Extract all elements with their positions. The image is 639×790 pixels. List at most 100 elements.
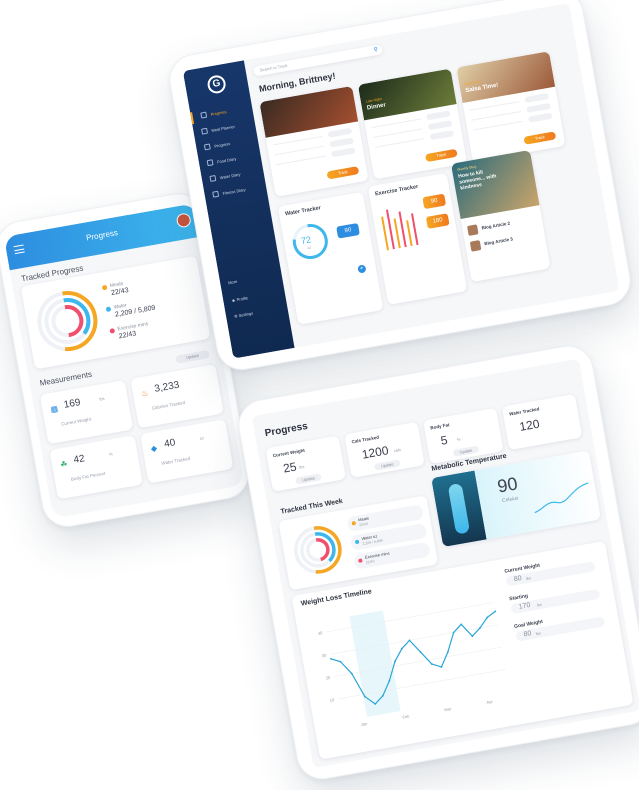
stat-label: Water Tracked — [508, 406, 540, 417]
nav-icon — [206, 159, 214, 167]
meal-row — [469, 101, 520, 111]
blog-thumb — [469, 240, 482, 252]
y-tick-label: 40 — [318, 630, 324, 636]
serving-select[interactable] — [526, 102, 551, 113]
sidebar-more[interactable]: More — [228, 279, 238, 286]
header-title: Progress — [85, 228, 119, 243]
legend-dot — [351, 520, 357, 526]
nav-icon — [200, 111, 208, 119]
stat-update-button[interactable]: Update — [295, 473, 322, 485]
legend-dot — [105, 306, 112, 313]
blog-item-title: Blog Article 3 — [483, 236, 514, 247]
app-logo: G — [206, 73, 228, 95]
legend-dot — [358, 558, 363, 563]
measurement-tile[interactable]: ♨ 3,233 Calories Tracked — [130, 364, 224, 429]
meal-row — [276, 155, 326, 166]
y-tick-label: 20 — [325, 675, 331, 681]
more-label: More — [227, 278, 238, 286]
tile-label: Current Weight — [60, 416, 92, 427]
side-stat-field[interactable]: 80 lbs — [515, 616, 606, 642]
measurements-title: Measurements — [39, 369, 93, 388]
serving-select[interactable] — [327, 127, 353, 138]
tile-value: 169 — [63, 397, 82, 411]
measurement-tile[interactable]: ▦ 169 lbs Current Weight — [39, 380, 134, 445]
legend-label: Exercise mins — [364, 550, 390, 560]
tile-value: 40 — [163, 437, 177, 451]
side-stat-value: 80 — [513, 574, 523, 584]
legend-dot — [101, 284, 108, 291]
nav-icon — [201, 127, 209, 135]
meal-row — [272, 135, 323, 146]
side-stat-unit: lbs — [525, 575, 532, 582]
legend-value: 22/43 — [118, 330, 137, 341]
sidebar-profile[interactable]: ☻ Profile — [231, 295, 248, 303]
stat-label: Body Fat — [429, 422, 450, 431]
measurement-tile[interactable]: ☘ 42% Body Fat Percent — [49, 435, 143, 500]
stat-card: Cals Tracked 1200 cals Update — [344, 421, 425, 478]
stat-unit: cals — [393, 446, 402, 454]
stat-value: 1200 — [360, 443, 390, 462]
sidebar-nav: Progress Meal Planner Progress Food Diary Wa… — [183, 60, 254, 198]
legend-value: 22/43 — [358, 521, 369, 528]
search-bar[interactable]: Search to Track ⚲ — [253, 44, 383, 77]
blog-thumb — [467, 224, 479, 236]
meal-card[interactable]: Track — [259, 85, 369, 197]
side-stat-unit: lbs — [535, 630, 542, 637]
calendar-icon: ▦ — [49, 404, 59, 415]
tile-unit: lbs — [99, 395, 105, 402]
sidebar-item-label: Fitness Diary — [222, 186, 247, 196]
tile-value: 42 — [72, 453, 86, 467]
meal-track-button[interactable]: Track — [523, 131, 557, 145]
x-tick-label: Apr — [486, 699, 494, 705]
tile-value: 3,233 — [153, 379, 181, 395]
metabolic-value: 90 — [495, 473, 520, 497]
meal-card[interactable]: Grab & Go Salsa Time! Track — [456, 51, 566, 163]
nav-icon — [209, 174, 217, 182]
week-rings — [294, 526, 342, 574]
dashboard-screen: G Progress Meal Planner Progress Food Diary… — [182, 2, 620, 359]
meal-track-button[interactable]: Track — [424, 148, 458, 163]
blog-card[interactable]: Weekly Blog How to kill someone... with … — [450, 150, 551, 283]
stat-card: Current Weight 25 lbs Update — [265, 435, 346, 492]
stat-label: Current Weight — [272, 447, 306, 459]
tablet-dashboard-device: G Progress Meal Planner Progress Food Diary… — [165, 0, 635, 375]
sidebar-item-label: Meal Planner — [211, 123, 236, 133]
meal-track-button[interactable]: Track — [326, 166, 360, 180]
y-tick-label: 10 — [329, 697, 335, 703]
serving-select[interactable] — [427, 120, 453, 131]
serving-select[interactable] — [524, 92, 550, 104]
serving-select[interactable] — [527, 112, 553, 123]
serving-select[interactable] — [331, 147, 356, 158]
side-stat-unit: lbs — [536, 601, 543, 608]
water-tracker-card: Water Tracker 72 oz 90 + — [277, 191, 384, 325]
serving-select[interactable] — [429, 130, 455, 141]
exercise-stat-1: 90 — [422, 193, 447, 210]
stat-update-button[interactable]: Update — [373, 459, 401, 471]
serving-select[interactable] — [329, 137, 354, 148]
side-stat-value: 80 — [523, 630, 533, 639]
sidebar-item-label: Progress — [210, 109, 227, 117]
side-stat-field[interactable]: 80 lbs — [505, 561, 596, 587]
update-button[interactable]: Update — [175, 349, 210, 364]
stat-value: 5 — [439, 432, 449, 448]
body-silhouette-icon — [447, 482, 471, 535]
stat-unit: % — [456, 436, 461, 443]
stat-unit: lbs — [298, 464, 305, 470]
x-tick-label: Jan — [360, 721, 367, 727]
meal-card[interactable]: Late Night Dinner Track — [357, 68, 468, 180]
profile-label: Profile — [236, 295, 249, 303]
water-title: Water Tracker — [284, 205, 322, 218]
search-icon: ⚲ — [373, 46, 379, 54]
search-placeholder: Search to Track — [259, 62, 288, 73]
serving-select[interactable] — [426, 110, 451, 121]
side-stat-field[interactable]: 170 lbs — [510, 588, 601, 615]
sidebar-settings[interactable]: ⚙ Settings — [234, 311, 254, 319]
sidebar-item-label: Food Diary — [216, 156, 237, 165]
stat-update-button[interactable]: Update — [452, 445, 480, 457]
progress-screen: Progress Current Weight 25 lbs Update Cals T… — [251, 358, 639, 768]
exercise-tracker-card: Exercise Tracker 90 180 — [367, 172, 468, 305]
settings-label: Settings — [238, 310, 254, 319]
measurement-tile[interactable]: ◆ 40 oz Water Tracked — [140, 419, 234, 484]
water-add-button[interactable]: + — [357, 264, 367, 274]
stat-cards: Current Weight 25 lbs Update Cals Tracked 120… — [252, 359, 583, 492]
